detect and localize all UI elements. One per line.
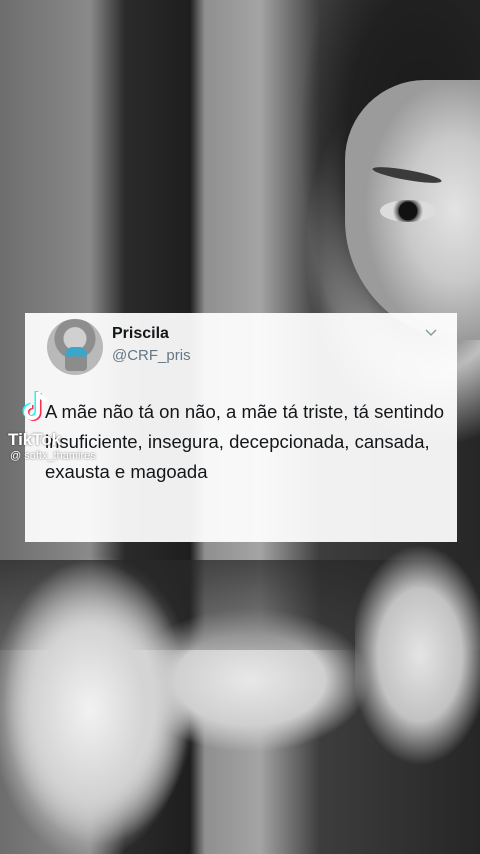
tiktok-logo-icon xyxy=(22,391,48,421)
tiktok-wordmark: TikTok xyxy=(8,430,62,449)
chevron-down-icon[interactable] xyxy=(425,327,437,339)
tiktok-username: @ softx_thamires xyxy=(10,450,96,462)
plush-toy-shape xyxy=(0,560,200,854)
author-handle[interactable]: @CRF_pris xyxy=(112,347,191,364)
eye-shape xyxy=(380,200,436,222)
right-hand-shape xyxy=(355,545,480,775)
author-name[interactable]: Priscila xyxy=(112,325,169,343)
tiktok-watermark: TikTok @ softx_thamires xyxy=(8,390,128,470)
avatar[interactable] xyxy=(47,319,103,375)
